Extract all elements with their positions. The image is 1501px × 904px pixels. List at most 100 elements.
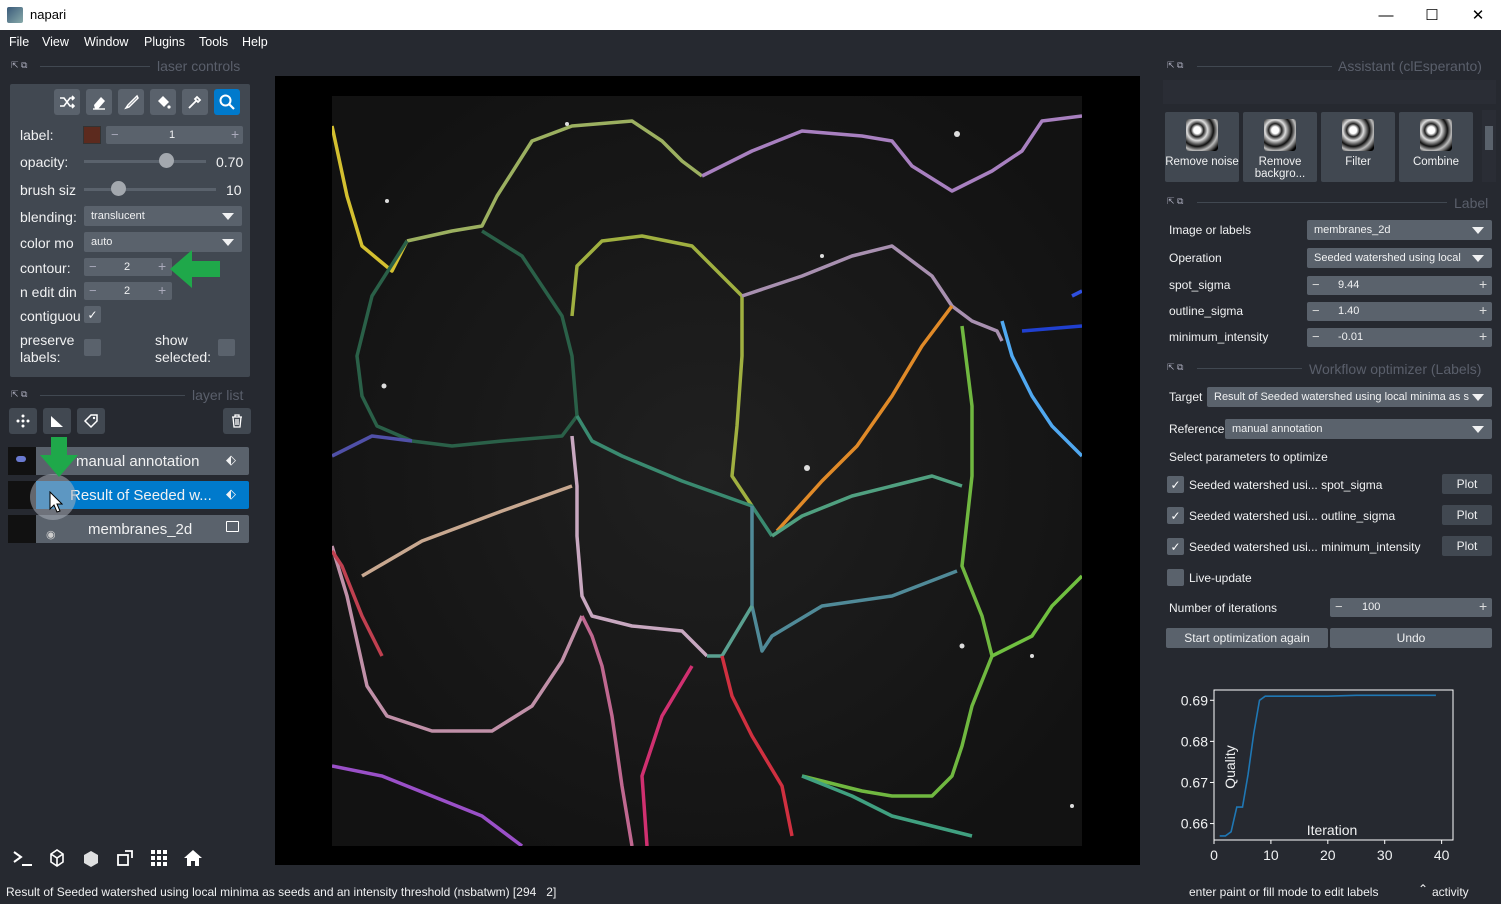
menu-help[interactable]: Help bbox=[242, 35, 268, 49]
contiguous-checkbox[interactable]: ✓ bbox=[84, 306, 101, 323]
eye-icon[interactable]: ◉ bbox=[46, 528, 56, 541]
tile-remove-background[interactable]: Remove backgro... bbox=[1243, 112, 1317, 182]
minus-icon[interactable]: − bbox=[1312, 329, 1320, 344]
image-or-labels-dropdown[interactable]: membranes_2d bbox=[1307, 220, 1492, 240]
shuffle-colors-icon[interactable] bbox=[54, 89, 80, 115]
opacity-slider-handle[interactable] bbox=[159, 153, 174, 168]
dock-pin-icon[interactable]: ⇱ ⧉ bbox=[1167, 60, 1183, 71]
plot-button[interactable]: Plot bbox=[1442, 536, 1492, 556]
iterations-spinbox[interactable]: − 100 + bbox=[1330, 598, 1492, 617]
undo-button[interactable]: Undo bbox=[1330, 628, 1492, 648]
label-spinbox[interactable]: − 1 + bbox=[106, 126, 243, 144]
minimum-intensity-spinbox[interactable]: − -0.01 + bbox=[1307, 328, 1492, 347]
minus-icon[interactable]: − bbox=[89, 283, 97, 298]
spin-value: 9.44 bbox=[1338, 279, 1360, 291]
dock-pin-icon[interactable]: ⇱ ⧉ bbox=[1167, 362, 1183, 373]
live-update-checkbox[interactable] bbox=[1167, 569, 1184, 586]
n-edit-dim-spinbox[interactable]: − 2 + bbox=[84, 282, 172, 300]
ndisplay-icon[interactable] bbox=[42, 843, 72, 873]
minus-icon[interactable]: − bbox=[111, 127, 119, 142]
trash-icon[interactable] bbox=[223, 408, 251, 434]
plus-icon[interactable]: + bbox=[158, 258, 166, 274]
dock-pin-icon[interactable]: ⇱ ⧉ bbox=[11, 60, 27, 71]
segmentation-image[interactable] bbox=[332, 96, 1082, 846]
home-icon[interactable] bbox=[178, 843, 208, 873]
label-label: label: bbox=[20, 127, 54, 143]
layer-row-membranes-2d[interactable]: membranes_2d bbox=[8, 515, 249, 543]
quality-series-line bbox=[1219, 694, 1436, 837]
title-bar: napari — ☐ ✕ bbox=[0, 0, 1501, 30]
minus-icon[interactable]: − bbox=[1335, 599, 1343, 614]
contour-spinbox[interactable]: − 2 + bbox=[84, 258, 172, 276]
plot-button[interactable]: Plot bbox=[1442, 505, 1492, 525]
opacity-slider-track[interactable] bbox=[84, 160, 206, 163]
new-labels-layer-icon[interactable] bbox=[77, 408, 105, 434]
menu-plugins[interactable]: Plugins bbox=[144, 35, 185, 49]
minus-icon[interactable]: − bbox=[1312, 303, 1320, 318]
plus-icon[interactable]: + bbox=[1479, 328, 1487, 344]
tile-label: Remove backgro... bbox=[1254, 156, 1306, 180]
chevron-down-icon bbox=[222, 213, 234, 220]
menu-tools[interactable]: Tools bbox=[199, 35, 228, 49]
menu-file[interactable]: File bbox=[9, 35, 29, 49]
plus-icon[interactable]: + bbox=[1479, 598, 1487, 614]
color-picker-icon[interactable] bbox=[182, 89, 208, 115]
brush-size-slider-handle[interactable] bbox=[111, 181, 126, 196]
zoom-pan-icon[interactable] bbox=[214, 89, 240, 115]
param-checkbox-outline-sigma[interactable]: ✓ bbox=[1167, 507, 1184, 524]
opacity-label: opacity: bbox=[20, 154, 69, 170]
minimize-button[interactable]: — bbox=[1363, 0, 1409, 30]
napari-app-icon bbox=[7, 7, 23, 23]
target-dropdown[interactable]: Result of Seeded watershed using local m… bbox=[1207, 387, 1492, 407]
assistant-search-bar[interactable] bbox=[1163, 80, 1496, 104]
plus-icon[interactable]: + bbox=[1479, 302, 1487, 318]
tile-filter[interactable]: Filter bbox=[1321, 112, 1395, 182]
menu-view[interactable]: View bbox=[42, 35, 69, 49]
chevron-down-icon bbox=[1472, 426, 1484, 433]
blending-dropdown[interactable]: translucent bbox=[84, 206, 242, 226]
tile-combine[interactable]: Combine bbox=[1399, 112, 1473, 182]
tile-label: Filter bbox=[1345, 156, 1371, 168]
brush-size-slider-track[interactable] bbox=[84, 188, 216, 191]
fill-bucket-icon[interactable] bbox=[150, 89, 176, 115]
activity-button[interactable]: activity bbox=[1432, 885, 1469, 899]
reference-dropdown[interactable]: manual annotation bbox=[1225, 419, 1492, 439]
preserve-labels-checkbox[interactable] bbox=[84, 339, 101, 356]
eraser-icon[interactable] bbox=[86, 89, 112, 115]
spot-sigma-spinbox[interactable]: − 9.44 + bbox=[1307, 276, 1492, 295]
assistant-scrollbar[interactable] bbox=[1482, 110, 1496, 182]
scrollbar-handle[interactable] bbox=[1485, 126, 1493, 150]
color-mode-label: color mo bbox=[20, 235, 74, 251]
close-button[interactable]: ✕ bbox=[1455, 0, 1501, 30]
color-mode-dropdown[interactable]: auto bbox=[84, 232, 242, 252]
image-layer-icon bbox=[226, 521, 239, 532]
label-color-swatch[interactable] bbox=[83, 126, 101, 144]
green-arrow-left-icon bbox=[170, 250, 220, 288]
tile-label: Combine bbox=[1412, 156, 1460, 168]
param-checkbox-spot-sigma[interactable]: ✓ bbox=[1167, 476, 1184, 493]
new-points-layer-icon[interactable] bbox=[9, 408, 37, 434]
paint-brush-icon[interactable] bbox=[118, 89, 144, 115]
minus-icon[interactable]: − bbox=[89, 259, 97, 274]
plus-icon[interactable]: + bbox=[231, 126, 239, 142]
transpose-icon[interactable] bbox=[110, 843, 140, 873]
param-checkbox-minimum-intensity[interactable]: ✓ bbox=[1167, 538, 1184, 555]
maximize-button[interactable]: ☐ bbox=[1409, 0, 1455, 30]
plus-icon[interactable]: + bbox=[1479, 276, 1487, 292]
menu-window[interactable]: Window bbox=[84, 35, 128, 49]
image-canvas[interactable] bbox=[275, 76, 1140, 865]
dock-pin-icon[interactable]: ⇱ ⧉ bbox=[11, 389, 27, 400]
outline-sigma-spinbox[interactable]: − 1.40 + bbox=[1307, 302, 1492, 321]
plot-button[interactable]: Plot bbox=[1442, 474, 1492, 494]
dock-pin-icon[interactable]: ⇱ ⧉ bbox=[1167, 196, 1183, 207]
start-optimization-button[interactable]: Start optimization again bbox=[1166, 628, 1328, 648]
console-icon[interactable] bbox=[8, 843, 38, 873]
plus-icon[interactable]: + bbox=[158, 282, 166, 298]
new-shapes-layer-icon[interactable] bbox=[43, 408, 71, 434]
minus-icon[interactable]: − bbox=[1312, 277, 1320, 292]
show-selected-checkbox[interactable] bbox=[218, 339, 235, 356]
operation-dropdown[interactable]: Seeded watershed using local bbox=[1307, 248, 1492, 268]
tile-remove-noise[interactable]: Remove noise bbox=[1165, 112, 1239, 182]
roll-dims-icon[interactable] bbox=[76, 843, 106, 873]
grid-icon[interactable] bbox=[144, 843, 174, 873]
